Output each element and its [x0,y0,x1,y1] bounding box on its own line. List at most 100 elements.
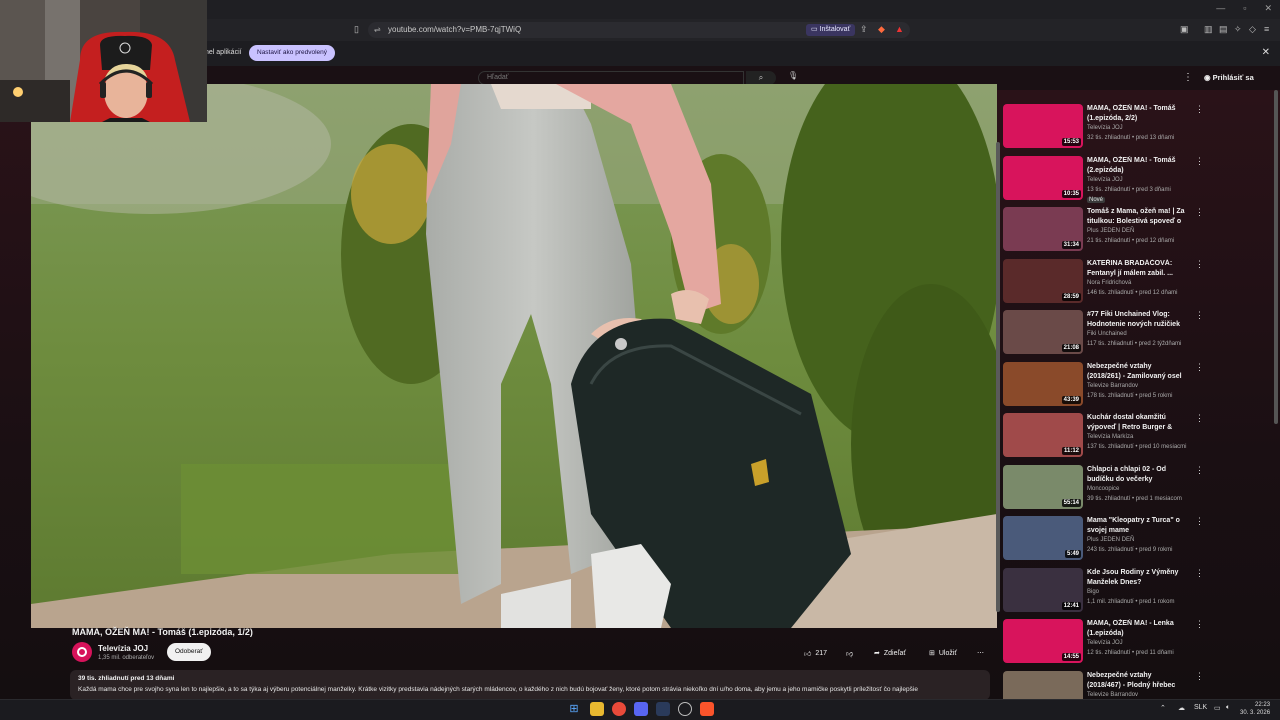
recommendation-item[interactable]: 21:08 #77 Fiki Unchained Vlog: Hodnotenie… [1000,306,1272,354]
recommendation-title[interactable]: Chlapci a chlapi 02 - Od budíčku do veče… [1087,465,1187,485]
recommendation-channel[interactable]: Plus JEDEN DEŇ [1087,228,1134,234]
recommendation-title[interactable]: Nebezpečné vztahy (2018/261) - Zamilovan… [1087,362,1187,382]
video-thumbnail[interactable]: 11:12 [1003,413,1083,457]
recommendation-channel[interactable]: Televízia JOJ [1087,640,1123,646]
recommendation-channel[interactable]: Nora Fridrichová [1087,280,1131,286]
recommendation-title[interactable]: MAMA, OŽEŇ MA! - Lenka (1.epizóda) [1087,619,1187,639]
video-thumbnail[interactable]: 21:08 [1003,310,1083,354]
recommendation-more-icon[interactable]: ⋮ [1195,568,1204,579]
video-thumbnail[interactable]: 55:14 [1003,464,1083,509]
menu-icon[interactable]: ≡ [1264,24,1269,34]
vpn-icon[interactable]: ◇ [1249,24,1256,35]
brave-icon[interactable] [700,702,714,716]
leo-icon[interactable]: ✧ [1234,24,1242,35]
recommendation-channel[interactable]: Televize Barrandov [1087,383,1138,389]
search-button[interactable]: ⌕ [746,71,776,85]
video-player[interactable] [31,84,997,628]
voice-search-icon[interactable]: 🎙 [788,71,798,80]
recommendation-title[interactable]: KATEŘINA BRADÁČOVÁ: Fentanyl jí málem za… [1087,259,1187,279]
file-explorer-icon[interactable] [590,702,604,716]
obs-icon[interactable] [678,702,692,716]
site-info-icon[interactable]: ⇌ [374,25,381,34]
minimize-icon[interactable]: — [1216,3,1225,14]
recommendation-title[interactable]: MAMA, OŽEŇ MA! - Tomáš (2.epizóda) [1087,156,1187,176]
video-thumbnail[interactable]: 14:55 [1003,619,1083,663]
cloud-icon[interactable]: ☁ [1178,704,1185,712]
volume-icon[interactable]: 🔈︎ [1226,704,1230,712]
signin-button[interactable]: ◉ Prihlásiť sa [1204,73,1254,82]
recommendation-channel[interactable]: Televízia Markíza [1087,434,1133,440]
video-thumbnail[interactable]: 10:35 [1003,155,1083,200]
recommendation-item[interactable]: 43:39 Nebezpečné vztahy (2018/261) - Zami… [1000,358,1272,406]
save-button[interactable]: ⊞ Uložiť [929,645,957,661]
channel-avatar[interactable] [72,642,92,662]
recommendation-more-icon[interactable]: ⋮ [1195,310,1204,321]
recommendation-item[interactable]: 55:14 Chlapci a chlapi 02 - Od budíčku do… [1000,461,1272,509]
recommendation-item[interactable]: 12:41 Kde Jsou Rodiny z Výměny Manželek D… [1000,564,1272,612]
steam-icon[interactable] [656,702,670,716]
brave-rewards-icon[interactable]: ▲ [895,24,904,34]
dislike-button[interactable]: 👎︎ [846,645,853,661]
recommendation-more-icon[interactable]: ⋮ [1195,156,1204,167]
extension-icon[interactable]: ▣ [1180,24,1189,35]
recommendation-channel[interactable]: Plus JEDEN DEŇ [1087,537,1134,543]
recommendation-item[interactable]: 28:59 KATEŘINA BRADÁČOVÁ: Fentanyl jí mál… [1000,255,1272,303]
recommendation-more-icon[interactable]: ⋮ [1195,619,1204,630]
video-thumbnail[interactable]: 43:39 [1003,361,1083,406]
recommendation-title[interactable]: Kde Jsou Rodiny z Výměny Manželek Dnes? [1087,568,1187,588]
recommendation-more-icon[interactable]: ⋮ [1195,413,1204,424]
channel-name[interactable]: Televízia JOJ [98,644,148,653]
bookmark-icon[interactable]: ▯ [354,24,359,35]
recommendation-item[interactable]: 15:53 MAMA, OŽEŇ MA! - Tomáš (1.epizóda, … [1000,100,1272,148]
clock[interactable]: 22:23 30. 3. 2026 [1240,701,1270,717]
recommendation-item[interactable]: 14:55 MAMA, OŽEŇ MA! - Lenka (1.epizóda) T… [1000,615,1272,663]
recommendation-title[interactable]: Mama "Kleopatry z Turca" o svojej mame [1087,516,1187,536]
tray-chevron-icon[interactable]: ⌃ [1160,704,1166,712]
brave-shields-icon[interactable]: ◆ [878,24,885,35]
recommendation-item[interactable]: 5:49 Mama "Kleopatry z Turca" o svojej ma… [1000,512,1272,560]
recommendation-title[interactable]: Nebezpečné vztahy (2018/467) - Plodný hř… [1087,671,1187,691]
install-button[interactable]: ▭ Inštalovať [806,24,856,36]
close-icon[interactable]: ✕ [1264,3,1272,14]
maximize-icon[interactable]: ▫ [1243,3,1246,14]
settings-more-icon[interactable]: ⋮ [1183,72,1193,83]
like-button[interactable]: 👍︎ 217 [804,645,827,661]
search-input[interactable]: Hľadať [478,71,744,85]
recommendation-more-icon[interactable]: ⋮ [1195,207,1204,218]
recommendation-channel[interactable]: Televízia JOJ [1087,125,1123,131]
recommendation-channel[interactable]: Moncoopice [1087,486,1119,492]
recommendation-channel[interactable]: Bigo [1087,589,1099,595]
set-default-button[interactable]: Nastaviť ako predvolený [249,45,336,61]
recommendation-channel[interactable]: Televize Barrandov [1087,692,1138,698]
recommendation-title[interactable]: Tomáš z Mama, ožeň ma! | Za titulkou: Bo… [1087,207,1187,227]
recommendation-item[interactable]: 11:12 Kuchár dostal okamžitú výpoveď | Re… [1000,409,1272,457]
recommendation-channel[interactable]: Televízia JOJ [1087,177,1123,183]
recommendation-title[interactable]: Kuchár dostal okamžitú výpoveď | Retro B… [1087,413,1187,433]
start-icon[interactable]: ⊞ [567,702,581,716]
recommendation-title[interactable]: #77 Fiki Unchained Vlog: Hodnotenie nový… [1087,310,1187,330]
share-icon[interactable]: ⇪ [860,24,868,35]
video-thumbnail[interactable]: 12:41 [1003,567,1083,612]
recommendation-more-icon[interactable]: ⋮ [1195,671,1204,682]
subscribe-button[interactable]: Odoberať [167,643,211,661]
discord-icon[interactable] [634,702,648,716]
video-thumbnail[interactable]: 15:53 [1003,104,1083,148]
chrome-icon[interactable] [612,702,626,716]
close-infobar-icon[interactable]: ✕ [1262,47,1270,58]
page-scrollbar[interactable] [1274,90,1278,424]
recommendation-more-icon[interactable]: ⋮ [1195,104,1204,115]
recommendation-item[interactable]: 31:34 Tomáš z Mama, ožeň ma! | Za titulko… [1000,203,1272,251]
language-indicator[interactable]: SLK [1194,704,1207,711]
recommendation-item[interactable]: Nebezpečné vztahy (2018/467) - Plodný hř… [1000,667,1272,700]
video-thumbnail[interactable] [1003,670,1083,700]
recommendation-item[interactable]: 10:35 MAMA, OŽEŇ MA! - Tomáš (2.epizóda) T… [1000,152,1272,203]
video-thumbnail[interactable]: 28:59 [1003,258,1083,303]
recommendation-more-icon[interactable]: ⋮ [1195,259,1204,270]
more-actions-button[interactable]: ⋯ [977,645,984,661]
sidebar-icon[interactable]: ▥ [1204,24,1213,35]
recommendation-channel[interactable]: Fiki Unchained [1087,331,1127,337]
network-icon[interactable]: ▭ [1214,704,1221,712]
recommendation-more-icon[interactable]: ⋮ [1195,465,1204,476]
recommendation-title[interactable]: MAMA, OŽEŇ MA! - Tomáš (1.epizóda, 2/2) [1087,104,1187,124]
description-box[interactable] [70,670,990,700]
